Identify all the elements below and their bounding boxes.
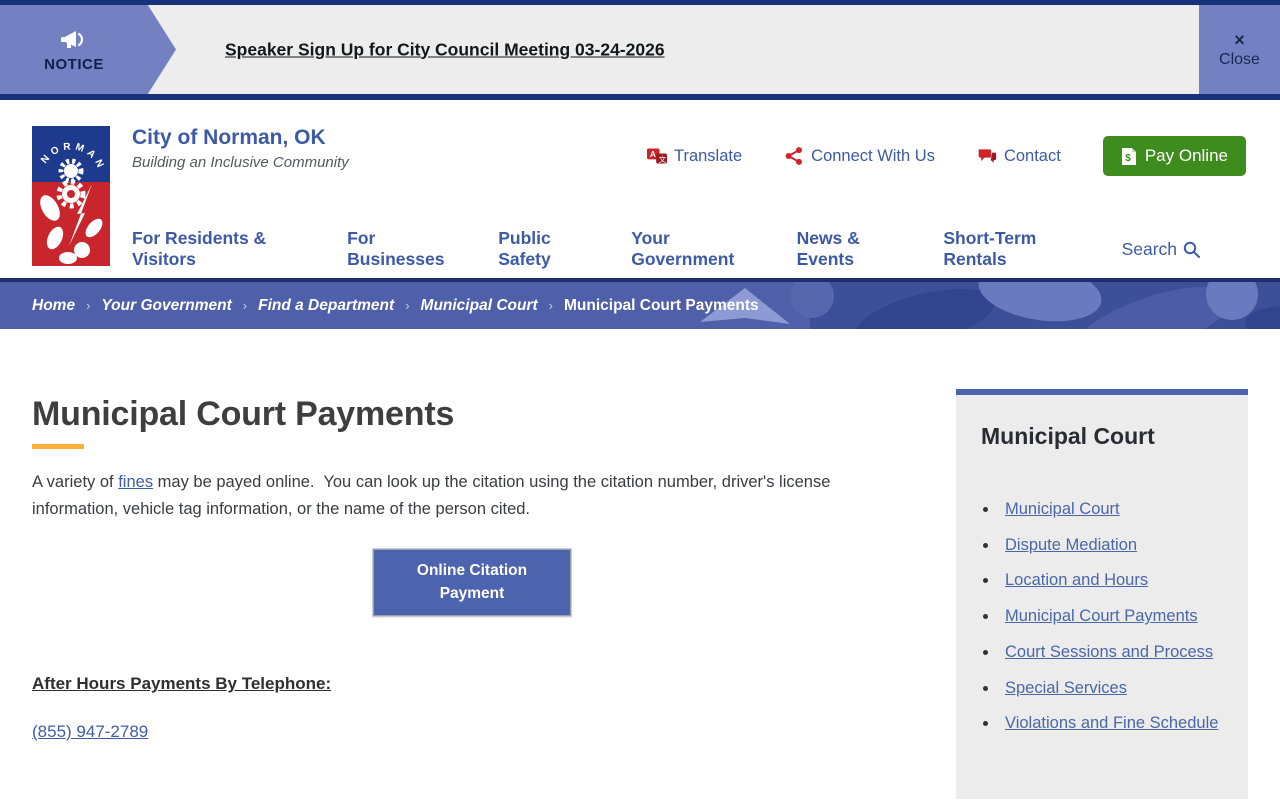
breadcrumb-home[interactable]: Home xyxy=(32,297,75,315)
sidebar-link-dispute-mediation[interactable]: Dispute Mediation xyxy=(1005,536,1137,554)
nav-short-term-rentals[interactable]: Short-Term Rentals xyxy=(943,228,1085,270)
site-header: NORMAN City of Norman, OK Building an In… xyxy=(0,100,1280,278)
contact-label: Contact xyxy=(1003,146,1061,165)
utility-links: A 文 Translate Connect With Us Contact $ … xyxy=(646,126,1248,176)
city-of-norman-logo[interactable]: NORMAN xyxy=(32,126,110,266)
sidebar-title: Municipal Court xyxy=(981,423,1155,449)
megaphone-icon xyxy=(61,30,84,48)
sidebar-link-municipal-court[interactable]: Municipal Court xyxy=(1005,500,1120,518)
chevron-right-icon: › xyxy=(405,298,410,313)
close-button[interactable]: × Close xyxy=(1199,5,1280,94)
svg-text:$: $ xyxy=(1125,153,1131,164)
breadcrumb-municipal-court[interactable]: Municipal Court xyxy=(421,297,538,315)
translate-icon: A 文 xyxy=(646,148,667,164)
nav-public-safety[interactable]: Public Safety xyxy=(498,228,595,270)
cta-wrapper: Online Citation Payment xyxy=(32,548,912,618)
page: NOTICE Speaker Sign Up for City Council … xyxy=(0,0,1280,799)
sidebar-link-list: Municipal Court Dispute Mediation Locati… xyxy=(999,496,1224,737)
pay-online-button[interactable]: $ Pay Online xyxy=(1102,136,1246,176)
title-accent-rule xyxy=(32,444,84,449)
online-citation-payment-button[interactable]: Online Citation Payment xyxy=(372,548,572,618)
main-nav: For Residents & Visitors For Businesses … xyxy=(132,228,1248,270)
search-label: Search xyxy=(1121,238,1178,259)
connect-with-us-link[interactable]: Connect With Us xyxy=(784,146,935,166)
share-icon xyxy=(785,147,803,165)
sidebar-link-court-sessions-and-process[interactable]: Court Sessions and Process xyxy=(1005,643,1213,661)
sidebar-municipal-court: Municipal Court Municipal Court Dispute … xyxy=(956,389,1248,799)
breadcrumb: Home › Your Government › Find a Departme… xyxy=(32,282,1248,329)
breadcrumb-your-government[interactable]: Your Government xyxy=(101,297,231,315)
sidebar-link-municipal-court-payments[interactable]: Municipal Court Payments xyxy=(1005,607,1198,625)
intro-paragraph: A variety of fines may be payed online. … xyxy=(32,469,916,523)
breadcrumb-current-page: Municipal Court Payments xyxy=(563,296,759,314)
nav-for-businesses[interactable]: For Businesses xyxy=(347,228,462,270)
pay-online-label: Pay Online xyxy=(1144,146,1228,165)
main-column: Municipal Court Payments A variety of fi… xyxy=(32,395,932,799)
list-item: Municipal Court Payments xyxy=(999,603,1224,630)
notice-bar: NOTICE Speaker Sign Up for City Council … xyxy=(0,0,1280,100)
translate-label: Translate xyxy=(673,146,743,165)
translate-link[interactable]: A 文 Translate xyxy=(646,146,743,166)
chevron-right-icon: › xyxy=(548,298,553,313)
svg-text:A: A xyxy=(650,149,656,159)
notice-label: NOTICE xyxy=(44,55,104,73)
intro-text-before: A variety of xyxy=(32,473,119,491)
nav-news-events[interactable]: News & Events xyxy=(797,228,908,270)
list-item: Dispute Mediation xyxy=(999,532,1224,559)
search-button[interactable]: Search xyxy=(1121,238,1201,260)
chevron-right-icon: › xyxy=(86,298,91,313)
connect-with-us-label: Connect With Us xyxy=(811,146,935,165)
close-label: Close xyxy=(1219,51,1260,69)
breadcrumb-find-a-department[interactable]: Find a Department xyxy=(258,297,394,315)
sidebar-link-violations-and-fine-schedule[interactable]: Violations and Fine Schedule xyxy=(1005,714,1218,732)
sidebar-link-location-and-hours[interactable]: Location and Hours xyxy=(1005,571,1148,589)
site-title: City of Norman, OK xyxy=(132,126,326,149)
notice-link[interactable]: Speaker Sign Up for City Council Meeting… xyxy=(225,39,665,60)
search-icon xyxy=(1183,241,1201,258)
after-hours-phone-link[interactable]: (855) 947-2789 xyxy=(32,722,148,742)
contact-link[interactable]: Contact xyxy=(977,146,1061,166)
list-item: Location and Hours xyxy=(999,567,1224,594)
chevron-right-icon: › xyxy=(242,298,248,313)
content-area: Municipal Court Payments A variety of fi… xyxy=(32,329,1248,799)
nav-for-residents-visitors[interactable]: For Residents & Visitors xyxy=(132,228,311,270)
svg-text:文: 文 xyxy=(659,154,667,164)
page-title: Municipal Court Payments xyxy=(32,395,455,433)
bill-icon: $ xyxy=(1121,147,1136,165)
notice-chevron: NOTICE xyxy=(0,5,176,94)
site-tagline: Building an Inclusive Community xyxy=(132,154,349,171)
list-item: Violations and Fine Schedule xyxy=(999,710,1224,737)
breadcrumb-bar: Home › Your Government › Find a Departme… xyxy=(0,278,1280,329)
after-hours-heading: After Hours Payments By Telephone: xyxy=(32,674,332,694)
list-item: Special Services xyxy=(999,675,1224,702)
close-icon: × xyxy=(1234,29,1245,50)
fines-link[interactable]: fines xyxy=(118,473,153,491)
sidebar-link-special-services[interactable]: Special Services xyxy=(1005,679,1127,697)
list-item: Municipal Court xyxy=(999,496,1224,523)
nav-your-government[interactable]: Your Government xyxy=(631,228,760,270)
chat-bubbles-icon xyxy=(978,149,997,163)
brand-block: City of Norman, OK Building an Inclusive… xyxy=(132,126,349,171)
list-item: Court Sessions and Process xyxy=(999,639,1224,666)
